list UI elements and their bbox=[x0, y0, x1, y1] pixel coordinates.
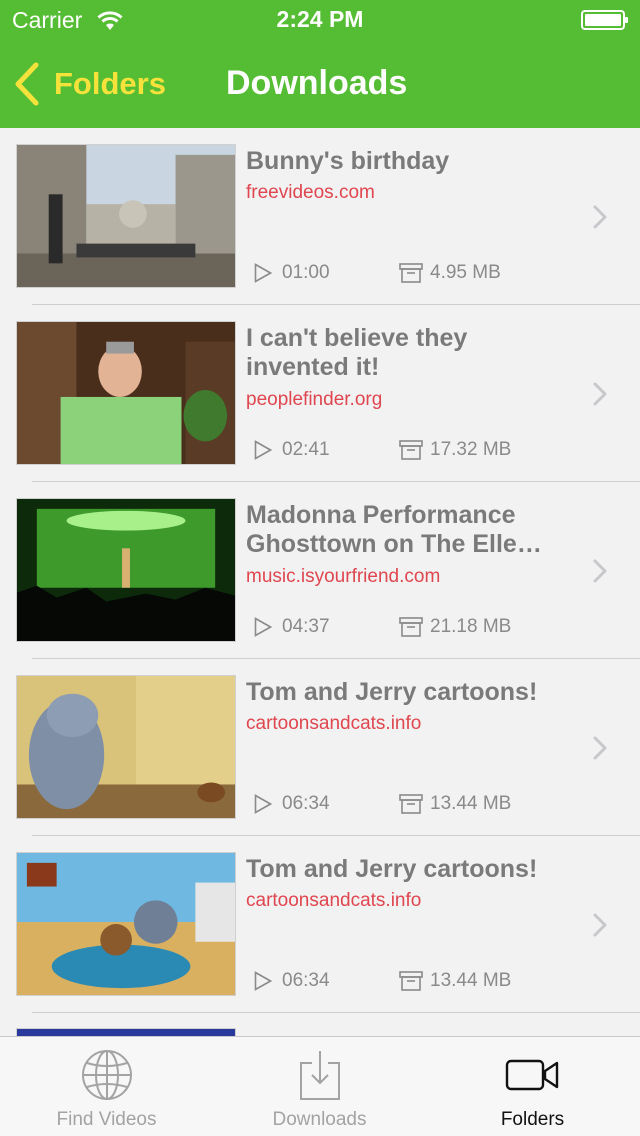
video-size: 17.32 MB bbox=[399, 439, 511, 461]
video-source: freevideos.com bbox=[246, 182, 375, 203]
video-duration: 06:34 bbox=[254, 970, 330, 992]
navigation-bar: Folders Downloads bbox=[0, 40, 640, 128]
chevron-left-icon bbox=[15, 62, 39, 106]
duration-label: 01:00 bbox=[282, 262, 330, 283]
storage-icon bbox=[399, 263, 423, 283]
size-label: 4.95 MB bbox=[430, 262, 501, 283]
tab-label: Folders bbox=[500, 1109, 565, 1130]
page-title: Downloads bbox=[226, 64, 408, 102]
video-thumbnail bbox=[16, 675, 236, 819]
size-label: 13.44 MB bbox=[430, 970, 512, 991]
size-label: 17.32 MB bbox=[430, 439, 512, 460]
video-size: 13.44 MB bbox=[399, 970, 511, 992]
video-duration: 01:00 bbox=[254, 262, 330, 284]
video-thumbnail bbox=[16, 852, 236, 996]
video-row[interactable]: I can't believe they invented it! people… bbox=[0, 305, 640, 482]
back-button-label: Folders bbox=[54, 66, 166, 101]
play-icon bbox=[254, 971, 272, 991]
status-bar: Carrier 2:24 PM bbox=[0, 0, 640, 40]
tab-label: Downloads bbox=[272, 1109, 367, 1130]
video-title: Tom and Jerry cartoons! bbox=[246, 855, 538, 883]
storage-icon bbox=[399, 617, 423, 637]
downloads-list[interactable]: Bunny's birthday freevideos.com 01:00 4.… bbox=[0, 128, 640, 1036]
video-thumbnail bbox=[16, 498, 236, 642]
tab-downloads[interactable]: Downloads bbox=[213, 1037, 426, 1136]
chevron-right-icon bbox=[593, 205, 607, 229]
video-size: 13.44 MB bbox=[399, 793, 511, 815]
play-icon bbox=[254, 263, 272, 283]
video-duration: 06:34 bbox=[254, 793, 330, 815]
storage-icon bbox=[399, 440, 423, 460]
video-title: Tom and Jerry cartoons! bbox=[246, 678, 538, 706]
video-source: peoplefinder.org bbox=[246, 389, 383, 410]
download-icon bbox=[299, 1051, 340, 1100]
tab-folders[interactable]: Folders bbox=[426, 1037, 639, 1136]
globe-icon bbox=[81, 1050, 132, 1100]
size-label: 21.18 MB bbox=[430, 616, 512, 637]
video-title: Madonna Performance Ghosttown on The Ell… bbox=[246, 501, 542, 558]
duration-label: 06:34 bbox=[282, 970, 330, 991]
video-title: Bunny's birthday bbox=[246, 147, 450, 175]
top-bar: Carrier 2:24 PM Folders Downloads bbox=[0, 0, 640, 128]
video-camera-icon bbox=[505, 1059, 558, 1091]
play-icon bbox=[254, 794, 272, 814]
storage-icon bbox=[399, 971, 423, 991]
tab-label: Find Videos bbox=[56, 1109, 157, 1130]
play-icon bbox=[254, 617, 272, 637]
video-row[interactable]: Tom and Jerry cartoons! cartoonsandcats.… bbox=[0, 836, 640, 1013]
duration-label: 06:34 bbox=[282, 793, 330, 814]
video-source: cartoonsandcats.info bbox=[246, 890, 422, 911]
video-duration: 04:37 bbox=[254, 616, 330, 638]
tab-bar: Find Videos Downloads Folders bbox=[0, 1036, 640, 1136]
video-row[interactable]: Madonna Performance Ghosttown on The Ell… bbox=[0, 482, 640, 659]
row-separator bbox=[32, 1012, 640, 1013]
video-thumbnail bbox=[16, 321, 236, 465]
video-source: cartoonsandcats.info bbox=[246, 713, 422, 734]
back-button[interactable]: Folders bbox=[14, 62, 166, 106]
video-thumbnail bbox=[16, 144, 236, 288]
battery-icon bbox=[581, 10, 628, 30]
chevron-right-icon bbox=[593, 913, 607, 937]
tab-find-videos[interactable]: Find Videos bbox=[0, 1037, 213, 1136]
clock: 2:24 PM bbox=[276, 6, 364, 32]
play-icon bbox=[254, 440, 272, 460]
duration-label: 02:41 bbox=[282, 439, 330, 460]
video-duration: 02:41 bbox=[254, 439, 330, 461]
video-row[interactable]: Bunny's birthday freevideos.com 01:00 4.… bbox=[0, 128, 640, 305]
video-title: I can't believe they invented it! bbox=[246, 324, 468, 381]
video-thumbnail[interactable] bbox=[16, 1028, 236, 1036]
size-label: 13.44 MB bbox=[430, 793, 512, 814]
video-source: music.isyourfriend.com bbox=[246, 566, 441, 587]
chevron-right-icon bbox=[593, 736, 607, 760]
video-size: 4.95 MB bbox=[399, 262, 501, 284]
chevron-right-icon bbox=[593, 382, 607, 406]
chevron-right-icon bbox=[593, 559, 607, 583]
video-size: 21.18 MB bbox=[399, 616, 511, 638]
storage-icon bbox=[399, 794, 423, 814]
duration-label: 04:37 bbox=[282, 616, 330, 637]
video-row[interactable]: Tom and Jerry cartoons! cartoonsandcats.… bbox=[0, 659, 640, 836]
